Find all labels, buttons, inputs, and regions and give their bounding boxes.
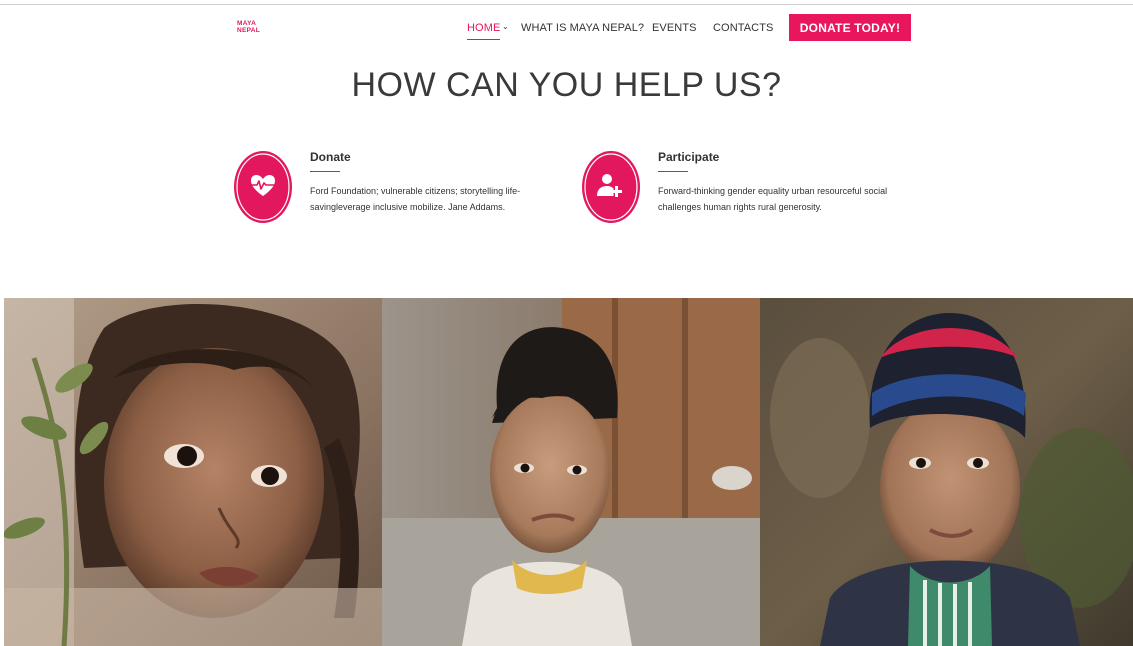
photo-boy-beanie	[760, 298, 1133, 646]
photo-strip	[4, 298, 1133, 646]
card-divider	[658, 171, 688, 172]
card-divider	[310, 171, 340, 172]
chevron-down-icon[interactable]: ⌄	[502, 22, 509, 31]
nav-item-what-is-maya-nepal[interactable]: WHAT IS MAYA NEPAL?	[521, 22, 644, 34]
card-title-participate: Participate	[658, 150, 720, 164]
page-title: HOW CAN YOU HELP US?	[351, 66, 782, 104]
card-text-donate: Ford Foundation; vulnerable citizens; st…	[310, 186, 521, 212]
nav-item-events-label: EVENTS	[652, 22, 697, 34]
nav-item-home-label: HOME	[467, 22, 501, 34]
top-border	[0, 4, 1133, 5]
help-card-participate: Participate Forward-thinking gender equa…	[581, 148, 911, 228]
donate-today-button[interactable]: DONATE TODAY!	[789, 14, 911, 41]
active-underline	[467, 39, 501, 40]
nav-item-contacts[interactable]: CONTACTS	[713, 22, 773, 34]
card-text-participate: Forward-thinking gender equality urban r…	[658, 186, 888, 212]
photo-boy	[382, 298, 760, 646]
help-card-donate: Donate Ford Foundation; vulnerable citiz…	[233, 148, 563, 228]
nav-item-events[interactable]: EVENTS	[652, 22, 697, 34]
card-title-donate: Donate	[310, 150, 351, 164]
nav-item-home[interactable]: HOME	[467, 22, 501, 40]
nav-item-what-is-label: WHAT IS MAYA NEPAL?	[521, 22, 645, 34]
heart-pulse-icon	[234, 151, 292, 223]
nav-item-contacts-label: CONTACTS	[713, 22, 774, 34]
photo-girl	[4, 298, 382, 646]
page: MAYA NEPAL HOME ⌄ WHAT IS MAYA NEPAL? EV…	[0, 0, 1133, 646]
main-nav: HOME ⌄ WHAT IS MAYA NEPAL? EVENTS CONTAC…	[0, 14, 1133, 42]
add-user-icon	[582, 151, 640, 223]
